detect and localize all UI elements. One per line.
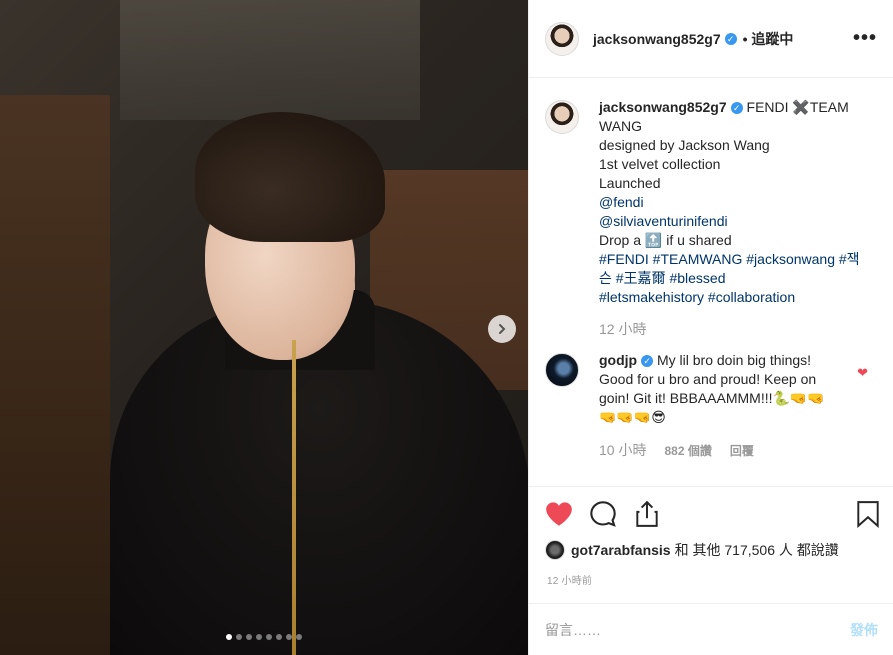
comment-row: godjp ✓ My lil bro doin big things! Good … <box>545 351 878 461</box>
background-cabinet <box>0 95 110 655</box>
background-window <box>120 0 420 120</box>
post-actions <box>529 486 893 541</box>
liker-username[interactable]: got7arabfansis <box>571 542 671 558</box>
post-sidebar: jacksonwang852g7 ✓ • 追蹤中 ••• jacksonwang… <box>528 0 893 655</box>
comment-bubble-icon[interactable] <box>589 500 617 528</box>
carousel-dot <box>276 634 282 640</box>
caption-line: Drop a 🔝 if u shared <box>599 232 732 248</box>
carousel-dots <box>0 634 528 640</box>
liker-avatar[interactable] <box>545 540 565 560</box>
likes-count-text[interactable]: 和 其他 717,506 人 都說讚 <box>675 540 839 560</box>
comment-input[interactable] <box>545 621 850 638</box>
mention-link[interactable]: @silviaventurinifendi <box>599 213 728 229</box>
likes-summary: got7arabfansis 和 其他 717,506 人 都說讚 <box>545 540 839 560</box>
caption-line: designed by Jackson Wang <box>599 137 770 153</box>
like-heart-icon[interactable] <box>545 500 573 528</box>
comment-likes[interactable]: 882 個讚 <box>664 442 711 461</box>
carousel-next-button[interactable] <box>488 315 516 343</box>
post-header: jacksonwang852g7 ✓ • 追蹤中 ••• <box>529 0 893 78</box>
mention-link[interactable]: @fendi <box>599 194 644 210</box>
carousel-dot <box>286 634 292 640</box>
caption-time[interactable]: 12 小時 <box>599 320 864 339</box>
post-comment-button[interactable]: 發佈 <box>850 620 878 640</box>
chevron-right-icon <box>499 324 506 334</box>
more-options-icon[interactable]: ••• <box>853 27 877 50</box>
comment-time[interactable]: 10 小時 <box>599 441 646 460</box>
author-username[interactable]: jacksonwang852g7 <box>593 31 721 47</box>
verified-icon: ✓ <box>641 355 654 368</box>
comment-form: 發佈 <box>529 603 893 655</box>
verified-icon: ✓ <box>730 102 743 115</box>
carousel-dot <box>226 634 232 640</box>
carousel-dot <box>246 634 252 640</box>
person-hair <box>195 112 385 242</box>
carousel-dot <box>256 634 262 640</box>
comments-list[interactable]: jacksonwang852g7 ✓ FENDI ✖️TEAM WANG desi… <box>529 78 893 486</box>
share-icon[interactable] <box>633 500 661 528</box>
bookmark-icon[interactable] <box>856 500 880 533</box>
comment-meta: 10 小時 882 個讚 回覆 <box>599 441 839 461</box>
caption-username[interactable]: jacksonwang852g7 <box>599 99 727 115</box>
hashtag-links[interactable]: #letsmakehistory #collaboration <box>599 289 795 305</box>
caption-row: jacksonwang852g7 ✓ FENDI ✖️TEAM WANG desi… <box>545 98 878 339</box>
carousel-dot <box>266 634 272 640</box>
post-media[interactable] <box>0 0 528 655</box>
comment-like-heart-icon[interactable]: ❤ <box>857 365 868 381</box>
carousel-dot <box>236 634 242 640</box>
author-avatar[interactable] <box>545 21 579 56</box>
commenter-avatar[interactable] <box>545 353 579 387</box>
jacket-zipper <box>292 340 296 655</box>
hashtag-links[interactable]: #FENDI #TEAMWANG #jacksonwang #잭슨 #王嘉爾 #… <box>599 251 860 286</box>
caption-body: jacksonwang852g7 ✓ FENDI ✖️TEAM WANG desi… <box>599 98 864 339</box>
comment-body: godjp ✓ My lil bro doin big things! Good … <box>599 351 839 461</box>
carousel-dot <box>296 634 302 640</box>
post-time[interactable]: 12 小時前 <box>547 572 592 587</box>
following-status[interactable]: • 追蹤中 <box>743 29 794 49</box>
commenter-username[interactable]: godjp <box>599 352 637 368</box>
reply-button[interactable]: 回覆 <box>730 442 754 461</box>
caption-line: Launched <box>599 175 661 191</box>
verified-icon: ✓ <box>724 32 737 45</box>
caption-line: 1st velvet collection <box>599 156 721 172</box>
caption-avatar[interactable] <box>545 100 579 134</box>
